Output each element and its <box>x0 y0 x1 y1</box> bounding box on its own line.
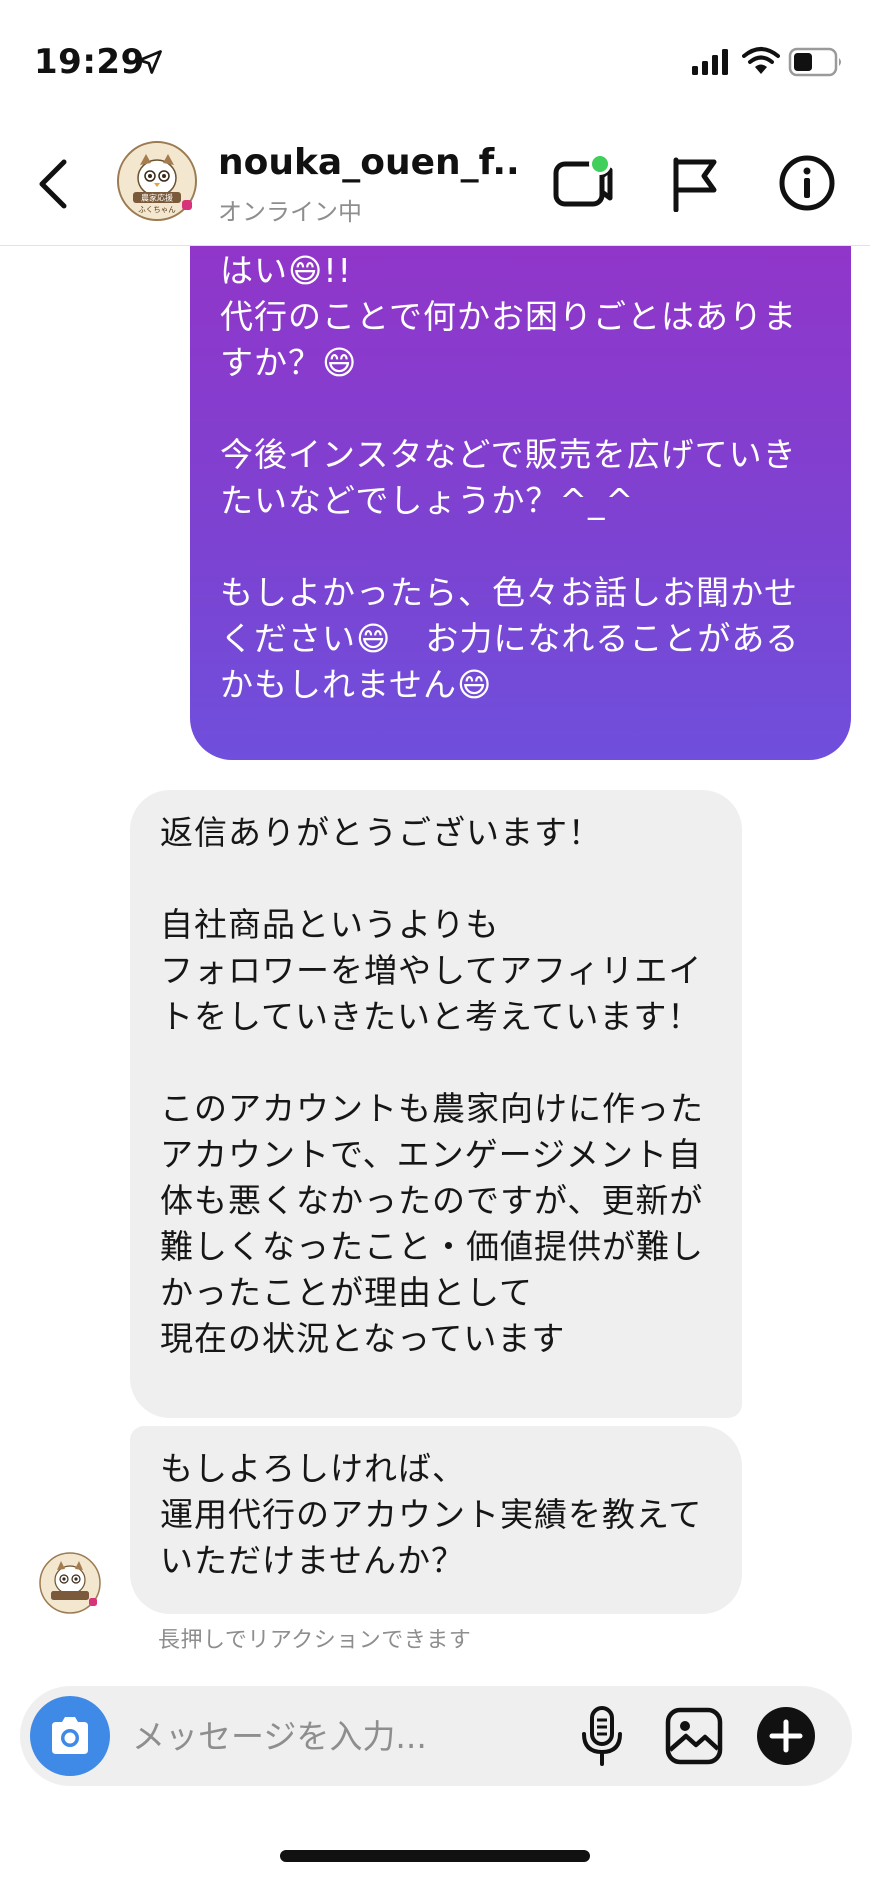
reaction-hint: 長押しでリアクションできます <box>158 1628 472 1653</box>
info-icon[interactable] <box>778 154 836 212</box>
chat-header: 農家応援 ふくちゃん nouka_ouen_f... オンライン中 <box>0 120 870 246</box>
back-chevron-icon[interactable] <box>30 156 80 212</box>
status-time: 19:29 <box>34 42 145 82</box>
wifi-icon <box>742 47 780 74</box>
received-message[interactable]: もしよろしければ、 運用代行のアカウント実績を教えていただけませんか？ <box>130 1426 742 1614</box>
home-indicator[interactable] <box>280 1850 590 1862</box>
sent-message[interactable]: はい😄!! 代行のことで何かお困りごとはありますか？😄 今後インスタなどで販売を… <box>190 246 851 760</box>
message-input[interactable] <box>132 1712 552 1760</box>
chat-username[interactable]: nouka_ouen_f... <box>218 142 518 183</box>
status-bar: 19:29 <box>0 0 870 120</box>
location-arrow-icon <box>138 50 162 74</box>
message-composer <box>20 1686 852 1786</box>
sender-avatar[interactable] <box>38 1551 102 1615</box>
received-message[interactable]: 返信ありがとうございます！ 自社商品というよりも フォロワーを増やしてアフィリエ… <box>130 790 742 1418</box>
flag-icon[interactable] <box>668 154 722 212</box>
battery-icon <box>788 47 841 77</box>
camera-icon <box>52 1717 88 1754</box>
microphone-icon[interactable] <box>578 1704 626 1768</box>
plus-icon[interactable] <box>756 1706 816 1766</box>
online-dot <box>592 156 608 172</box>
gallery-icon[interactable] <box>664 1706 724 1766</box>
cellular-signal-icon <box>692 49 728 75</box>
profile-avatar[interactable]: 農家応援 ふくちゃん <box>116 140 198 222</box>
camera-button[interactable] <box>30 1696 110 1776</box>
avatar-label-top: 農家応援 <box>141 193 173 203</box>
online-status: オンライン中 <box>218 198 362 226</box>
avatar-label-bottom: ふくちゃん <box>138 205 176 214</box>
video-call-icon[interactable] <box>552 150 614 212</box>
